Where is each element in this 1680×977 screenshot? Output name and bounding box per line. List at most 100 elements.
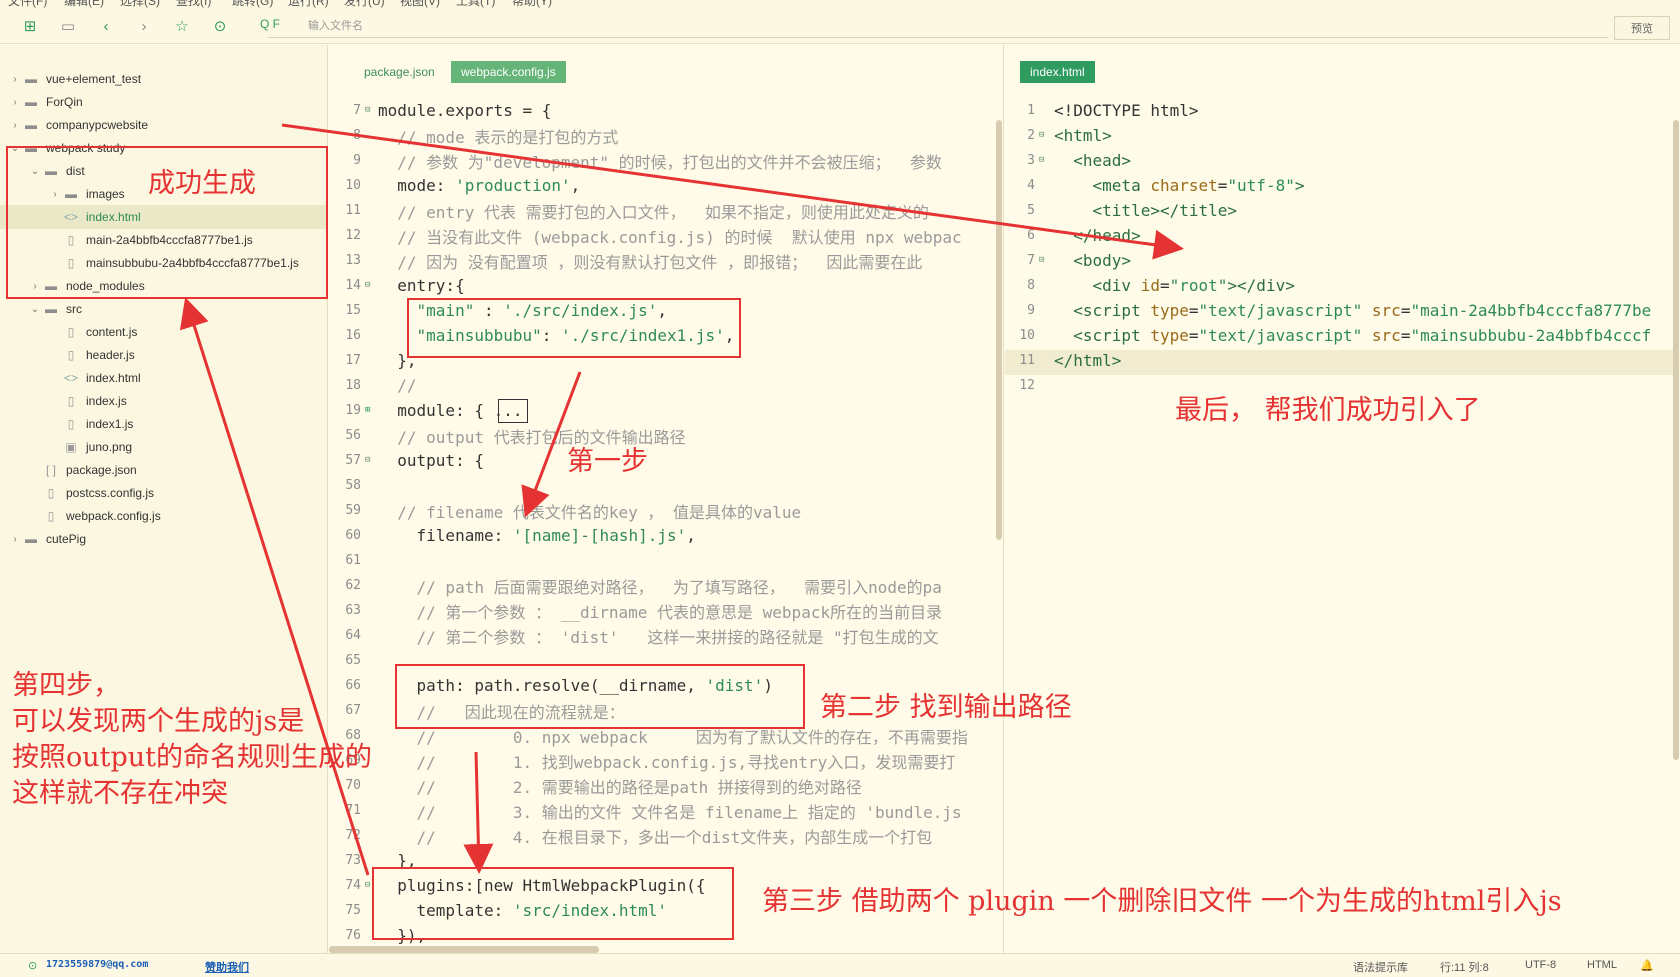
code-token: = [1400, 301, 1411, 320]
line-number: 15 [345, 303, 361, 318]
syntax-hint[interactable]: 语法提示库 [1353, 959, 1408, 975]
expand-fold-icon[interactable]: ⊞ [365, 398, 370, 423]
collapse-fold-icon[interactable]: ⊟ [365, 873, 370, 898]
file-search: Q F [260, 14, 1608, 38]
tree-item[interactable]: ▯ postcss.config.js [0, 481, 327, 505]
line-number: 12 [1019, 378, 1035, 393]
chevron-down-icon[interactable]: ⌄ [28, 304, 42, 315]
code-token: </html> [1054, 351, 1122, 370]
menu-item[interactable]: 编辑(E) [64, 0, 104, 8]
annotation-step4: 第四步， 可以发现两个生成的js是 按照output的命名规则生成的 这样就不存… [12, 670, 373, 809]
code-token: , [570, 176, 581, 195]
code-token: // 4. 在根目录下，多出一个dist文件夹，内部生成一个打包 [378, 827, 933, 847]
new-file-icon[interactable]: ⊞ [20, 16, 40, 36]
forward-icon[interactable]: › [134, 16, 154, 36]
code-token: charset [1150, 176, 1218, 195]
menu-item[interactable]: 帮助(Y) [512, 0, 552, 8]
run-icon[interactable]: ⊙ [210, 16, 230, 36]
line-number: 10 [345, 178, 361, 193]
tree-item-label: header.js [86, 348, 135, 362]
tree-item[interactable]: ▯ webpack.config.js [0, 504, 327, 528]
js-file-icon: ▯ [67, 417, 75, 431]
line-number: 60 [345, 528, 361, 543]
tab-index-html[interactable]: index.html [1020, 61, 1095, 83]
tree-item[interactable]: <> index.html [0, 366, 327, 390]
menu-item[interactable]: 查找(I) [176, 0, 211, 8]
code-token: = [1159, 276, 1170, 295]
vertical-scrollbar-right[interactable] [1673, 120, 1679, 760]
editor-index-html[interactable]: index.html 1 <!DOCTYPE html> 2 ⊟ <html> 3 ⊟ <he… [1005, 45, 1680, 953]
menu-item[interactable]: 视图(V) [400, 0, 440, 8]
tree-item[interactable]: ⌄ ▬ src [0, 297, 327, 321]
line-number: 72 [345, 828, 361, 843]
tree-item[interactable]: › ▬ ForQin [0, 90, 327, 114]
editor-webpack-config[interactable]: package.json webpack.config.js 7 ⊟ module.ex… [329, 45, 1004, 953]
code-line: // filename 代表文件名的key ， 值是具体的value [378, 498, 801, 523]
line-number: 76 [345, 928, 361, 943]
tree-item[interactable]: › ▬ cutePig [0, 527, 327, 551]
code-token: entry:{ [378, 276, 465, 295]
tree-item[interactable]: ▣ juno.png [0, 435, 327, 459]
tab-webpack-config-js[interactable]: webpack.config.js [451, 61, 566, 83]
code-line: // 参数 为"development" 的时候，打包出的文件并不会被压缩； 参… [378, 148, 942, 173]
line-number: 58 [345, 478, 361, 493]
account-email[interactable]: 1723559879@qq.com [46, 959, 148, 970]
tab-package-json[interactable]: package.json [354, 61, 445, 83]
tree-item[interactable]: ▯ content.js [0, 320, 327, 344]
cursor-position[interactable]: 行:11 列:8 [1440, 959, 1489, 975]
code-token: module.exports = { [378, 101, 552, 120]
line-number: 9 [353, 153, 361, 168]
collapse-fold-icon[interactable]: ⊟ [1039, 123, 1044, 148]
menu-item[interactable]: 文件(F) [8, 0, 47, 8]
code-token: // 因为 没有配置项 ，则没有默认打包文件 ，即报错； 因此需要在此 [378, 252, 923, 272]
collapse-fold-icon[interactable]: ⊟ [365, 448, 370, 473]
menu-item[interactable]: 选择(S) [120, 0, 160, 8]
menubar: 文件(F) 编辑(E) 选择(S) 查找(I) 跳转(G) 运行(R) 发行(U) 视图(V)… [0, 0, 1680, 8]
tree-item-label: postcss.config.js [66, 486, 155, 500]
tree-item[interactable]: › ▬ companypcwebsite [0, 113, 327, 137]
language-mode[interactable]: HTML [1587, 959, 1617, 971]
menu-item[interactable]: 发行(U) [344, 0, 385, 8]
tree-item[interactable]: ▯ index1.js [0, 412, 327, 436]
annotation-final: 最后， 帮我们成功引入了 [1175, 395, 1481, 426]
folder-icon: ▬ [25, 532, 37, 546]
collapse-fold-icon[interactable]: ⊟ [365, 273, 370, 298]
folded-module-box [498, 399, 528, 423]
chevron-right-icon[interactable]: › [8, 97, 22, 108]
tree-item[interactable]: ▯ header.js [0, 343, 327, 367]
line-number: 56 [345, 428, 361, 443]
code-token: // 第二个参数 ： 'dist' 这样一来拼接的路径就是 "打包生成的文 [378, 627, 939, 647]
back-icon[interactable]: ‹ [96, 16, 116, 36]
code-token: id [1140, 276, 1160, 295]
file-search-input[interactable] [308, 16, 1208, 36]
code-token: type [1150, 326, 1189, 345]
star-icon[interactable]: ☆ [172, 16, 192, 36]
encoding[interactable]: UTF-8 [1525, 959, 1556, 971]
collapse-fold-icon[interactable]: ⊟ [1039, 248, 1044, 273]
tree-item[interactable]: [ ] package.json [0, 458, 327, 482]
collapse-fold-icon[interactable]: ⊟ [365, 98, 370, 123]
code-token: , [686, 526, 696, 545]
sponsor-link[interactable]: 赞助我们 [205, 959, 249, 975]
preview-button[interactable]: 预览 [1614, 16, 1670, 40]
chevron-right-icon[interactable]: › [8, 74, 22, 85]
chevron-right-icon[interactable]: › [8, 120, 22, 131]
code-line: <meta charset = "utf-8" > [1054, 173, 1305, 198]
chevron-right-icon[interactable]: › [8, 534, 22, 545]
save-icon[interactable]: ▭ [58, 16, 78, 36]
vertical-scrollbar-left[interactable] [996, 120, 1002, 540]
menu-item[interactable]: 跳转(G) [232, 0, 273, 8]
collapse-fold-icon[interactable]: ⊟ [1039, 148, 1044, 173]
code-line: mode: 'production', [378, 173, 580, 198]
menu-item[interactable]: 运行(R) [288, 0, 329, 8]
code-line: <script type = "text/javascript" src = "main… [1054, 323, 1651, 348]
tree-item[interactable]: ▯ index.js [0, 389, 327, 413]
line-number: 11 [345, 203, 361, 218]
bell-icon[interactable]: 🔔 [1640, 959, 1654, 972]
tree-item-label: content.js [86, 325, 138, 339]
code-line: filename: '[name]-[hash].js', [378, 523, 696, 548]
menu-item[interactable]: 工具(T) [456, 0, 495, 8]
horizontal-scrollbar[interactable] [329, 946, 599, 953]
line-number: 64 [345, 628, 361, 643]
tree-item[interactable]: › ▬ vue+element_test [0, 67, 327, 91]
